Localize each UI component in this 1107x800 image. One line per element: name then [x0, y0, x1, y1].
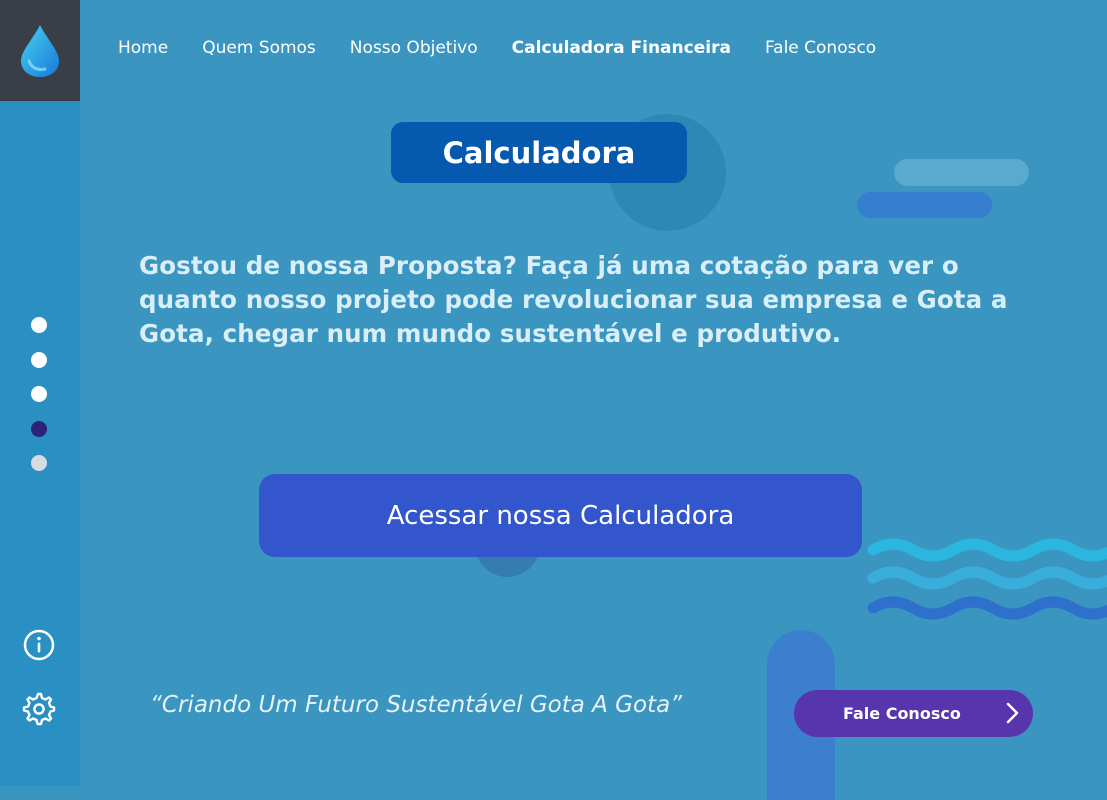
pager-dot-3[interactable]	[31, 386, 47, 402]
contact-button[interactable]: Fale Conosco	[794, 690, 1033, 737]
water-drop-icon	[21, 24, 59, 77]
page-title: Calculadora	[391, 122, 687, 183]
tagline-quote: “Criando Um Futuro Sustentável Gota A Go…	[150, 692, 683, 718]
nav-fale-conosco[interactable]: Fale Conosco	[765, 38, 876, 62]
logo[interactable]	[0, 0, 80, 101]
nav-home[interactable]: Home	[118, 38, 168, 62]
sidebar	[0, 0, 80, 786]
pager-dot-4-active[interactable]	[31, 420, 47, 437]
nav-calculadora-financeira[interactable]: Calculadora Financeira	[512, 38, 731, 62]
decor-waves	[867, 538, 1107, 620]
info-icon	[23, 629, 55, 661]
access-calculator-button[interactable]: Acessar nossa Calculadora	[259, 474, 862, 557]
gear-icon	[22, 692, 56, 726]
decor-pill-light	[894, 159, 1029, 186]
chevron-right-icon	[1006, 702, 1019, 724]
lead-paragraph: Gostou de nossa Proposta? Faça já uma co…	[139, 251, 1008, 348]
info-button[interactable]	[22, 628, 56, 662]
settings-button[interactable]	[22, 692, 56, 726]
nav-nosso-objetivo[interactable]: Nosso Objetivo	[350, 38, 478, 62]
page-pager	[31, 317, 47, 490]
contact-button-label: Fale Conosco	[843, 704, 961, 723]
nav-quem-somos[interactable]: Quem Somos	[202, 38, 316, 62]
pager-dot-1[interactable]	[31, 317, 47, 333]
pager-dot-2[interactable]	[31, 351, 47, 368]
top-nav: Home Quem Somos Nosso Objetivo Calculado…	[118, 38, 910, 62]
pager-dot-5[interactable]	[31, 455, 47, 471]
decor-pill-blue	[857, 192, 992, 218]
